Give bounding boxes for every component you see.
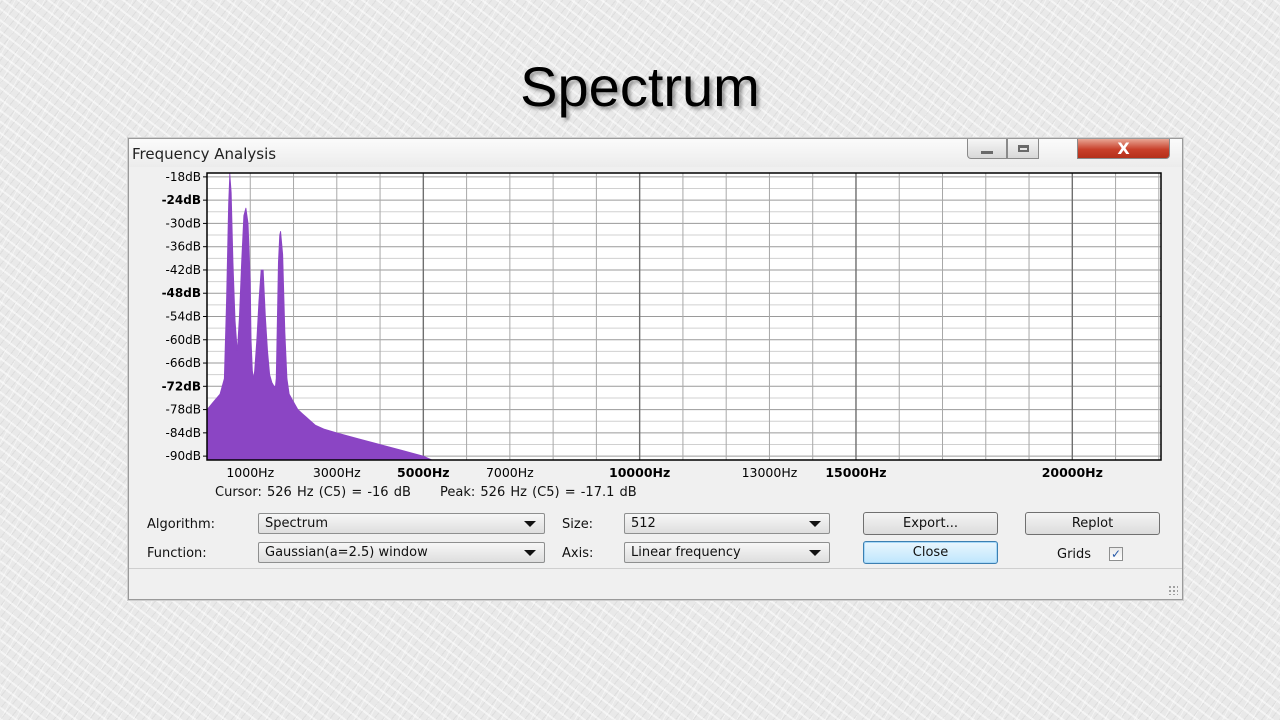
chevron-down-icon [524, 521, 536, 527]
y-tick-label: -24dB [162, 193, 201, 207]
x-tick-label: 13000Hz [742, 465, 798, 480]
size-label: Size: [562, 517, 594, 532]
window-title: Frequency Analysis [132, 145, 277, 163]
grids-checkbox[interactable]: ✓ [1109, 547, 1123, 561]
y-axis: -18dB -24dB -30dB -36dB -42dB -48dB -54dB -60dB… [162, 170, 207, 463]
chevron-down-icon [809, 550, 821, 556]
grids-label: Grids [1057, 547, 1092, 562]
close-icon: X [1117, 138, 1130, 158]
function-value: Gaussian(a=2.5) window [265, 545, 428, 560]
export-button[interactable]: Export... [863, 512, 998, 535]
close-window-button[interactable]: X [1077, 139, 1170, 159]
peak-readout: Peak: 526 Hz (C5) = -17.1 dB [440, 485, 637, 500]
slide-title: Spectrum [520, 55, 760, 118]
y-tick-label: -42dB [166, 263, 201, 277]
y-tick-label: -48dB [162, 286, 201, 300]
y-tick-label: -66dB [166, 356, 201, 370]
x-tick-label: 5000Hz [397, 465, 450, 480]
window-statusbar [129, 568, 1182, 599]
y-tick-label: -54dB [166, 310, 201, 324]
y-tick-label: -36dB [166, 240, 201, 254]
y-tick-label: -30dB [166, 216, 201, 230]
y-tick-label: -72dB [162, 379, 201, 393]
algorithm-select[interactable]: Spectrum [258, 513, 545, 534]
axis-value: Linear frequency [631, 545, 741, 560]
frequency-analysis-window: Frequency Analysis X -18dB -24dB -30dB -36d… [128, 138, 1183, 600]
spectrum-plot[interactable]: -18dB -24dB -30dB -36dB -42dB -48dB -54dB -60dB… [129, 169, 1182, 509]
spectrum-chart[interactable]: -18dB -24dB -30dB -36dB -42dB -48dB -54dB -60dB… [129, 169, 1182, 509]
x-tick-label: 3000Hz [313, 465, 361, 480]
x-tick-label: 1000Hz [226, 465, 274, 480]
readout-line: Cursor: 526 Hz (C5) = -16 dB Peak: 526 H… [215, 485, 661, 500]
maximize-button[interactable] [1007, 139, 1039, 159]
y-tick-label: -18dB [166, 170, 201, 184]
chevron-down-icon [809, 521, 821, 527]
x-axis: 1000Hz 3000Hz 5000Hz 7000Hz 10000Hz 13000Hz 15… [226, 465, 1103, 480]
y-tick-label: -90dB [166, 449, 201, 463]
algorithm-label: Algorithm: [147, 517, 216, 532]
close-button[interactable]: Close [863, 541, 998, 564]
chevron-down-icon [524, 550, 536, 556]
y-tick-label: -78dB [166, 403, 201, 417]
x-tick-label: 10000Hz [609, 465, 670, 480]
axis-label: Axis: [562, 546, 594, 561]
size-select[interactable]: 512 [624, 513, 830, 534]
checkmark-icon: ✓ [1110, 547, 1122, 561]
minimize-icon [981, 151, 993, 154]
minimize-button[interactable] [967, 139, 1007, 159]
x-tick-label: 7000Hz [486, 465, 534, 480]
function-label: Function: [147, 546, 207, 561]
y-tick-label: -84dB [166, 426, 201, 440]
algorithm-value: Spectrum [265, 516, 328, 531]
size-value: 512 [631, 516, 656, 531]
resize-grip-icon[interactable] [1168, 585, 1178, 595]
y-tick-label: -60dB [166, 333, 201, 347]
replot-button[interactable]: Replot [1025, 512, 1160, 535]
cursor-readout: Cursor: 526 Hz (C5) = -16 dB [215, 485, 411, 500]
window-titlebar[interactable]: Frequency Analysis X [129, 139, 1182, 167]
axis-select[interactable]: Linear frequency [624, 542, 830, 563]
x-tick-label: 15000Hz [825, 465, 886, 480]
maximize-icon [1017, 145, 1029, 152]
x-tick-label: 20000Hz [1042, 465, 1103, 480]
function-select[interactable]: Gaussian(a=2.5) window [258, 542, 545, 563]
